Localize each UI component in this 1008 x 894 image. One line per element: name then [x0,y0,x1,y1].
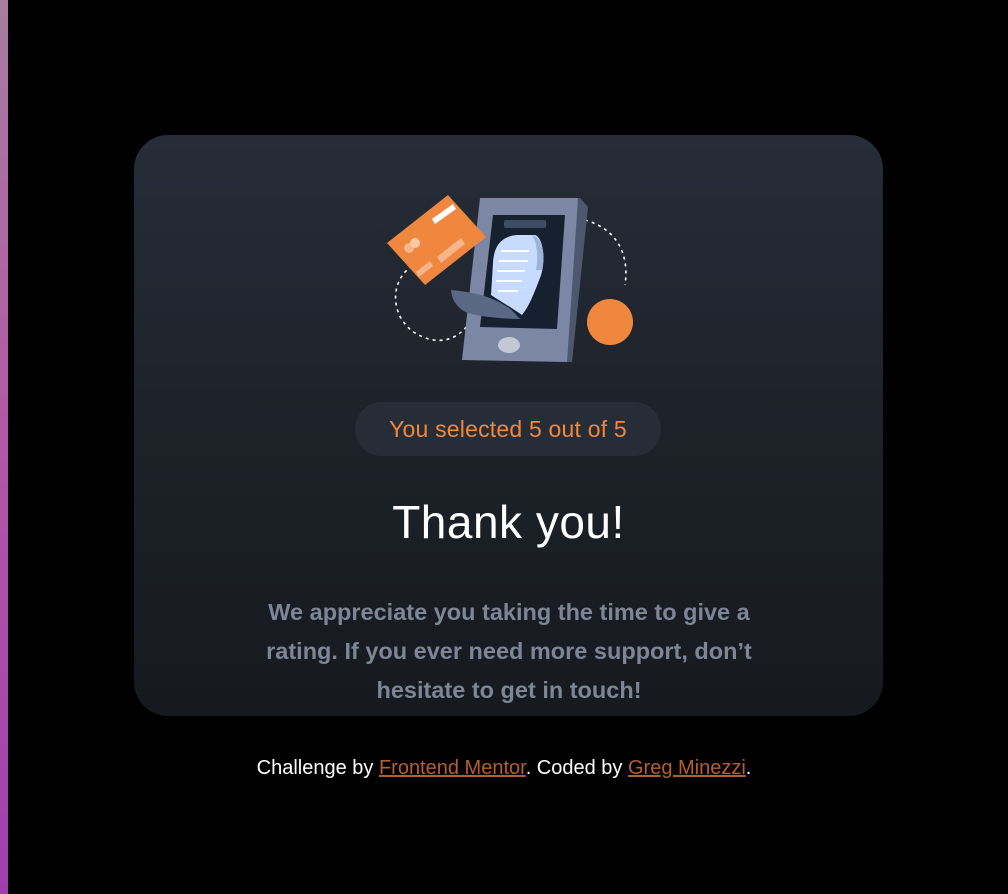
thank-you-message: We appreciate you taking the time to giv… [266,599,752,703]
attribution-middle: . Coded by [525,757,628,779]
phone-payment-illustration [387,195,633,362]
attribution-prefix: Challenge by [256,757,379,779]
thank-you-card: You selected 5 out of 5 Thank you! We ap… [134,135,883,716]
author-link[interactable]: Greg Minezzi [628,757,746,779]
rating-result-text: You selected 5 out of 5 [389,415,627,442]
attribution: Challenge by Frontend Mentor. Coded by G… [0,754,1008,782]
attribution-suffix: . [745,757,752,779]
rating-result-badge: You selected 5 out of 5 [355,402,661,456]
page: You selected 5 out of 5 Thank you! We ap… [0,0,1008,894]
thank-you-title: Thank you! [392,496,625,548]
frontend-mentor-link[interactable]: Frontend Mentor [379,757,526,779]
